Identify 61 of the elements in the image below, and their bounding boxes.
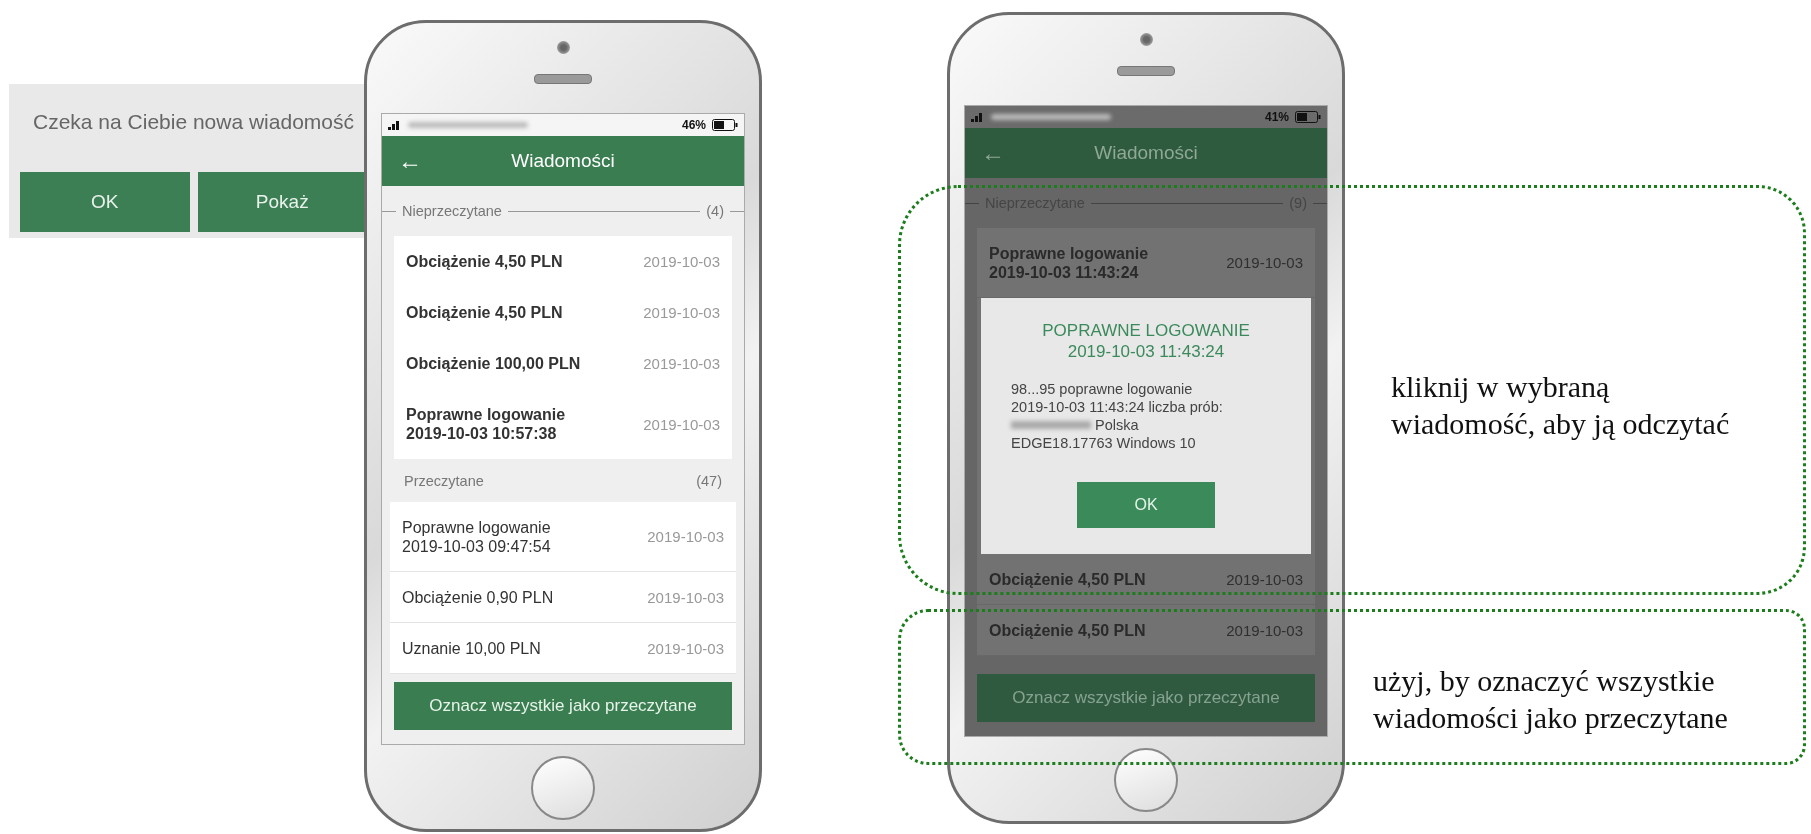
mark-all-read-button[interactable]: Oznacz wszystkie jako przeczytane [977,674,1315,722]
message-row[interactable]: Uznanie 10,00 PLN 2019-10-03 [390,623,736,674]
dialog-title: POPRAWNE LOGOWANIE 2019-10-03 11:43:24 [1041,320,1251,362]
message-title: Obciążenie 4,50 PLN [406,303,563,322]
ok-button[interactable]: OK [1077,482,1215,528]
message-row[interactable]: Poprawne logowanie 2019-10-03 09:47:54 2019-10-03 [390,502,736,572]
message-date: 2019-10-03 [647,639,724,657]
back-button[interactable]: ← [981,139,1021,167]
signal-icon [971,112,985,122]
message-row[interactable]: Poprawne logowanie 2019-10-03 10:57:38 2019-10-03 [394,389,732,459]
message-row[interactable]: Obciążenie 4,50 PLN 2019-10-03 [394,287,732,338]
dialog-text: Polska [1095,416,1139,434]
home-button[interactable] [1114,748,1178,812]
screen-title: Wiadomości [510,150,616,172]
screen-title: Wiadomości [1093,142,1199,164]
dialog-text: EDGE18.17763 Windows 10 [1010,434,1197,452]
battery-icon [712,119,738,131]
message-date: 2019-10-03 [647,528,724,545]
message-title: Poprawne logowanie 2019-10-03 10:57:38 [406,405,566,443]
message-date: 2019-10-03 [643,253,720,270]
message-date: 2019-10-03 [643,355,720,372]
message-title: Obciążenie 100,00 PLN [406,354,581,373]
back-button[interactable]: ← [398,147,438,175]
section-count: (47) [696,472,722,489]
signal-icon [388,120,402,130]
dialog-text: 2019-10-03 11:43:24 liczba prób: [1010,398,1224,416]
message-title: Poprawne logowanie 2019-10-03 09:47:54 [402,517,551,556]
section-count: (4) [706,203,724,219]
message-date: 2019-10-03 [643,415,720,433]
message-title: Obciążenie 0,90 PLN [402,587,554,607]
mark-all-read-button[interactable]: Oznacz wszystkie jako przeczytane [394,682,732,730]
message-row[interactable]: Obciążenie 100,00 PLN 2019-10-03 [394,338,732,389]
section-title: Nieprzeczytane [402,203,502,219]
callout-text: kliknij w wybraną wiadomość, aby ją odczytać [1391,369,1730,442]
message-row[interactable]: Obciążenie 4,50 PLN 2019-10-03 [977,554,1315,605]
popup-button[interactable]: OK [20,172,190,232]
callout-text: użyj, by oznaczyć wszystkie wiadomości jako przeczytane [1373,663,1728,736]
message-title: Obciążenie 4,50 PLN [406,252,563,271]
speaker-grille [1117,66,1175,76]
message-date: 2019-10-03 [647,588,724,606]
camera-lens [556,41,570,54]
message-title: Obciążenie 4,50 PLN [989,620,1146,640]
message-date: 2019-10-03 [1226,254,1303,271]
message-date: 2019-10-03 [1226,621,1303,639]
camera-lens [1139,33,1153,46]
section-title: Przeczytane [404,472,484,489]
popup-button[interactable]: Pokaż [197,172,367,232]
message-date: 2019-10-03 [1226,570,1303,588]
message-row[interactable]: Obciążenie 4,50 PLN 2019-10-03 [394,236,732,287]
battery-level: 46% [681,118,706,132]
message-title: Uznanie 10,00 PLN [402,638,541,658]
battery-icon [1295,111,1321,123]
notification-message: Czeka na Ciebie nowa wiadomość [32,110,355,134]
message-title: Poprawne logowanie 2019-10-03 11:43:24 [989,243,1149,282]
dialog-text: 98...95 poprawne logowanie [1010,380,1194,398]
speaker-grille [534,74,592,84]
battery-level: 41% [1264,110,1289,124]
message-row[interactable]: Obciążenie 4,50 PLN 2019-10-03 [977,605,1315,656]
message-row[interactable]: Obciążenie 0,90 PLN 2019-10-03 [390,572,736,623]
message-date: 2019-10-03 [643,304,720,321]
message-title: Obciążenie 4,50 PLN [989,569,1146,589]
